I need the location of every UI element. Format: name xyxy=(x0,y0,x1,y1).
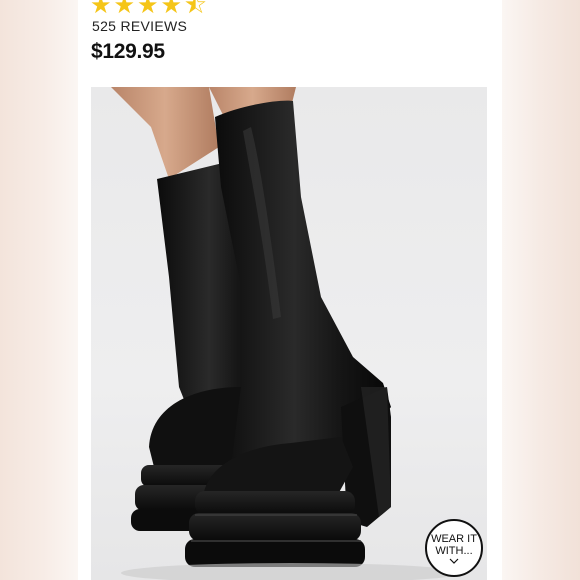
reviews-count-link[interactable]: 525 REVIEWS xyxy=(92,18,187,34)
background-blur-right xyxy=(502,0,580,580)
product-price: $129.95 xyxy=(91,40,165,63)
background-blur-left xyxy=(0,0,78,580)
product-image[interactable] xyxy=(91,87,487,580)
boots-illustration-icon xyxy=(111,87,461,580)
chevron-down-icon xyxy=(449,558,459,564)
wear-it-with-line1: WEAR IT xyxy=(431,532,477,545)
star-icon: ★ xyxy=(90,0,112,19)
star-icon: ★ xyxy=(160,0,183,19)
rating-stars[interactable]: ★ ★ ★ ★ ⯪ xyxy=(90,0,207,17)
product-card: ★ ★ ★ ★ ⯪ 525 REVIEWS $129.95 WEAR IT WI… xyxy=(78,0,502,580)
star-icon: ★ xyxy=(137,0,159,19)
wear-it-with-line2: WITH... xyxy=(435,544,473,557)
star-icon: ★ xyxy=(113,0,136,19)
star-half-icon: ⯪ xyxy=(184,0,207,19)
wear-it-with-button[interactable]: WEAR IT WITH... xyxy=(425,519,483,577)
